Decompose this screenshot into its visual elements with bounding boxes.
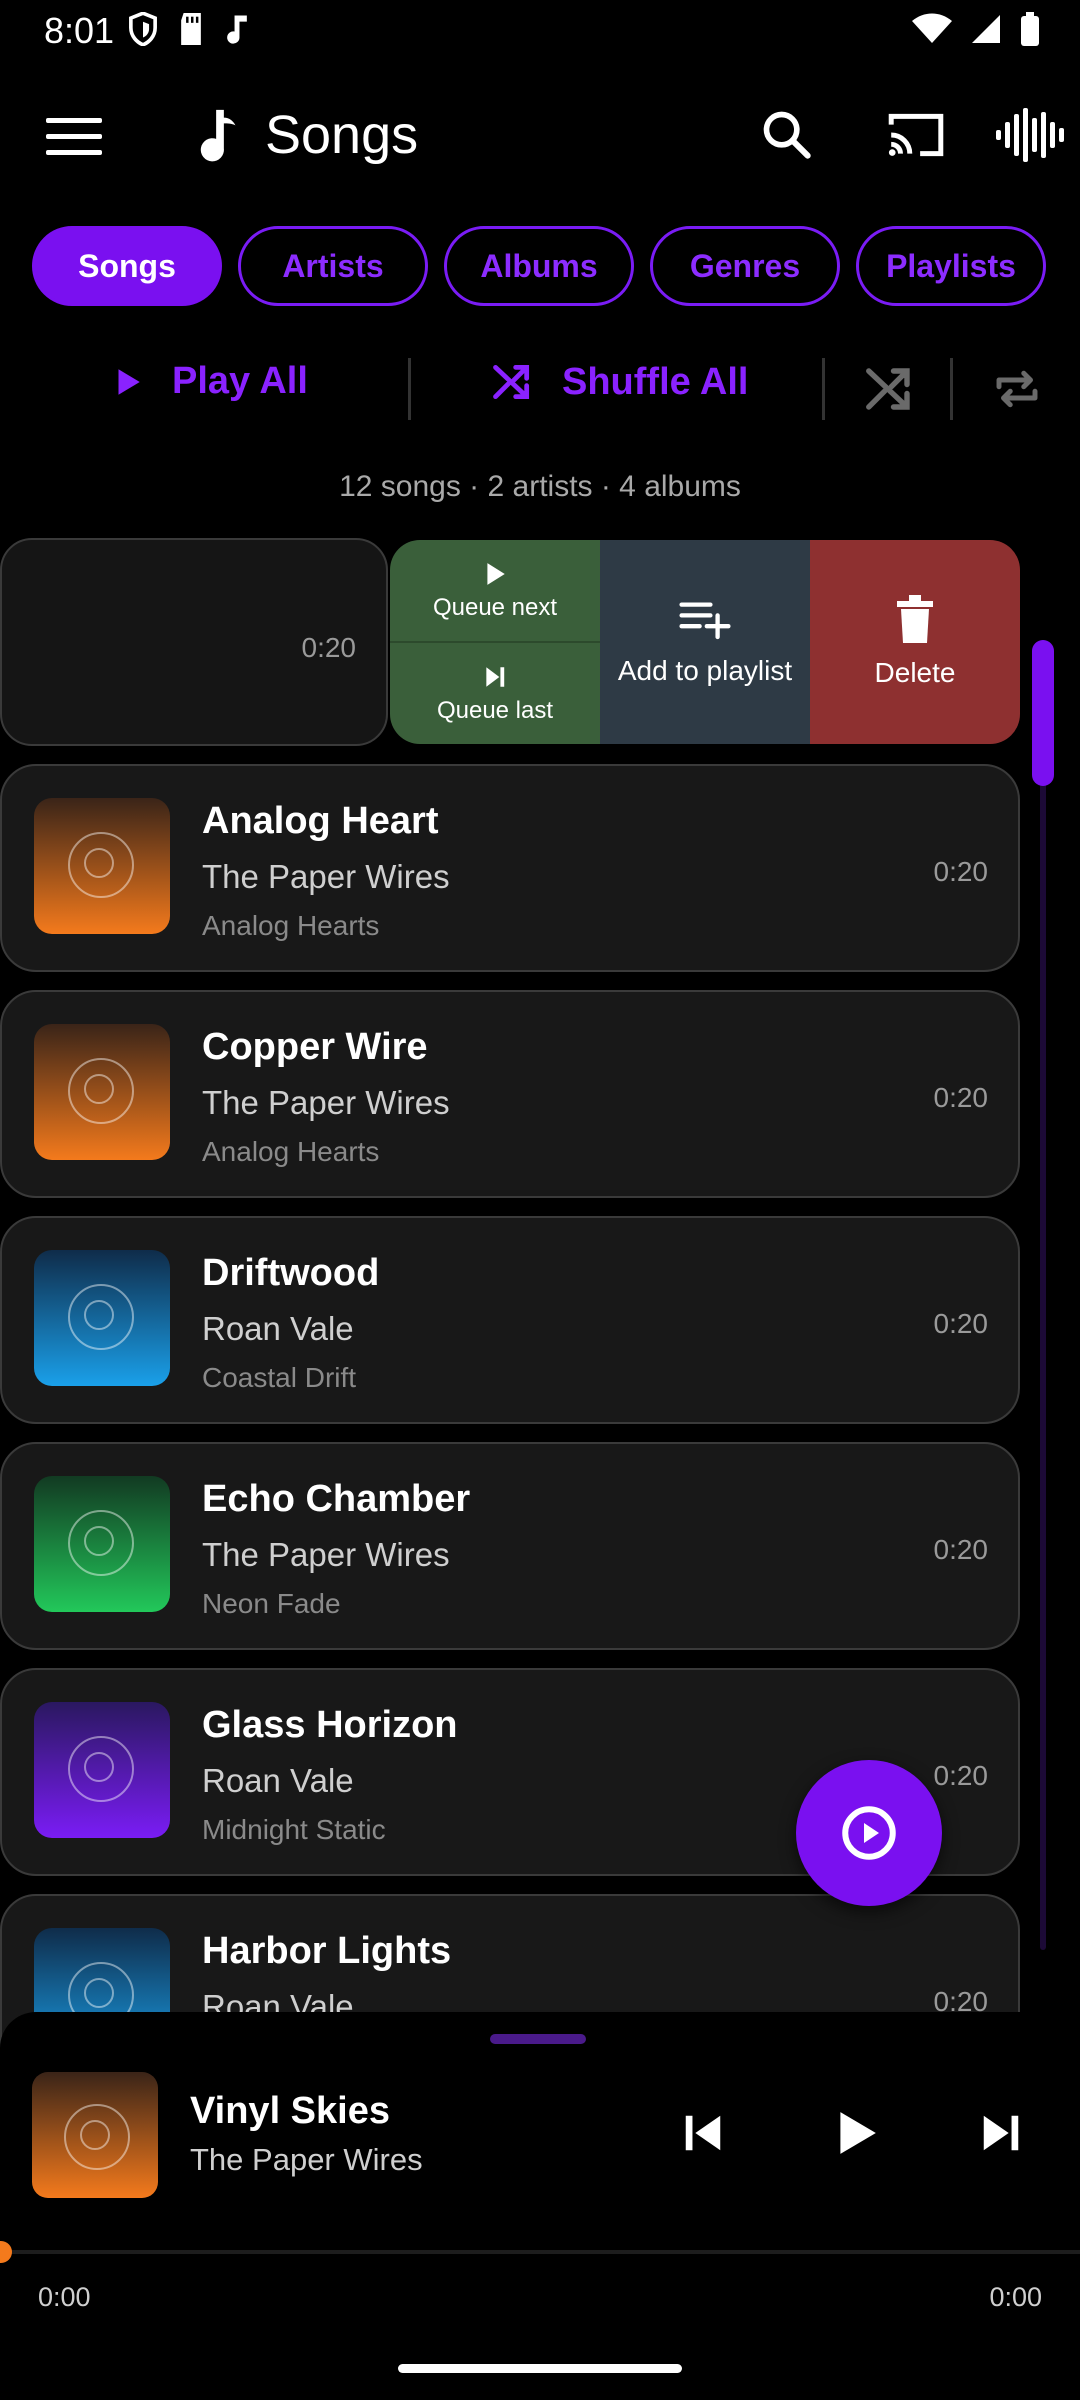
add-to-playlist-button[interactable]: Add to playlist — [600, 540, 810, 744]
song-artist: Roan Vale — [202, 1762, 354, 1799]
album-art — [34, 1024, 170, 1160]
play-circle-icon — [842, 1806, 896, 1860]
play-icon — [118, 368, 140, 395]
song-title: Harbor Lights — [202, 1930, 452, 1972]
now-playing-title: Vinyl Skies — [190, 2090, 390, 2132]
status-left-icons — [128, 12, 250, 46]
song-title: Copper Wire — [202, 1026, 428, 1068]
album-art — [34, 1702, 170, 1838]
scrollbar-track[interactable] — [1040, 640, 1046, 1950]
queue-next-label: Queue next — [432, 593, 558, 621]
song-album: Midnight Static — [202, 1814, 386, 1845]
song-row[interactable]: Echo Chamber The Paper Wires Neon Fade 0… — [0, 1442, 1020, 1650]
song-album: Analog Hearts — [202, 1136, 380, 1167]
music-note-icon — [227, 15, 247, 44]
cell-signal-icon — [972, 15, 1000, 43]
add-to-playlist-label: Add to playlist — [617, 655, 793, 686]
swiped-song-card[interactable]: 0:20 — [0, 538, 388, 746]
song-title: Echo Chamber — [202, 1478, 471, 1520]
album-art — [34, 798, 170, 934]
status-right-icons — [912, 12, 1040, 46]
song-artist: Roan Vale — [202, 1310, 354, 1347]
song-duration: 0:20 — [933, 1534, 989, 1565]
album-art — [34, 1250, 170, 1386]
mini-player[interactable] — [0, 2012, 1080, 2400]
song-title: Glass Horizon — [202, 1704, 458, 1746]
swipe-actions: Queue next Queue last Add to playlist De… — [390, 540, 1020, 744]
menu-button[interactable] — [46, 118, 102, 158]
cast-icon[interactable] — [885, 110, 947, 160]
drag-handle[interactable] — [490, 2034, 586, 2044]
playlist-add-icon — [679, 602, 731, 640]
now-playing-art — [32, 2072, 158, 2198]
menu-icon-line — [46, 118, 102, 123]
tab-genres[interactable]: Genres — [650, 226, 840, 306]
tab-playlists[interactable]: Playlists — [856, 226, 1046, 306]
library-summary: 12 songs · 2 artists · 4 albums — [339, 470, 741, 503]
tab-artists[interactable]: Artists — [238, 226, 428, 306]
song-duration: 0:20 — [933, 1082, 989, 1113]
status-time: 8:01 — [44, 10, 115, 51]
song-duration: 0:20 — [301, 632, 357, 663]
song-album: Coastal Drift — [202, 1362, 357, 1393]
delete-button[interactable]: Delete — [810, 540, 1020, 744]
progress-track[interactable] — [0, 2250, 1080, 2254]
skip-next-icon[interactable] — [978, 2110, 1024, 2156]
trash-icon — [897, 595, 933, 643]
song-duration: 0:20 — [933, 1760, 989, 1791]
page-title: Songs — [265, 105, 419, 165]
total-time: 0:00 — [989, 2282, 1042, 2312]
sd-card-icon — [181, 13, 201, 45]
menu-icon-line — [46, 134, 102, 139]
shuffle-all-label: Shuffle All — [562, 360, 749, 403]
shuffle-toggle-icon[interactable] — [862, 362, 916, 416]
wifi-icon — [912, 13, 952, 43]
song-duration: 0:20 — [933, 856, 989, 887]
play-all-label: Play All — [172, 360, 308, 402]
song-duration: 0:20 — [933, 1308, 989, 1339]
battery-icon — [1021, 12, 1039, 46]
delete-label: Delete — [874, 657, 956, 688]
shield-icon — [129, 12, 157, 46]
menu-icon-line — [46, 150, 102, 155]
queue-next-button[interactable]: Queue next — [390, 540, 600, 641]
play-icon[interactable] — [830, 2108, 880, 2158]
divider — [408, 358, 411, 420]
skip-next-icon — [486, 666, 505, 687]
shuffle-all-button[interactable]: Shuffle All — [490, 360, 748, 404]
song-row[interactable]: Driftwood Roan Vale Coastal Drift 0:20 — [0, 1216, 1020, 1424]
waveform-icon[interactable] — [996, 108, 1066, 162]
song-row[interactable]: Analog Heart The Paper Wires Analog Hear… — [0, 764, 1020, 972]
home-indicator[interactable] — [398, 2364, 682, 2373]
scrollbar-thumb[interactable] — [1032, 640, 1054, 786]
play-icon — [487, 562, 505, 585]
now-playing-fab[interactable] — [796, 1760, 942, 1906]
skip-previous-icon[interactable] — [680, 2110, 726, 2156]
tab-songs[interactable]: Songs — [32, 226, 222, 306]
elapsed-time: 0:00 — [38, 2282, 91, 2312]
divider — [950, 358, 953, 420]
song-title: Driftwood — [202, 1252, 380, 1294]
search-icon[interactable] — [760, 108, 812, 160]
play-all-button[interactable]: Play All — [110, 360, 308, 403]
music-note-icon — [200, 109, 236, 162]
tab-albums[interactable]: Albums — [444, 226, 634, 306]
shuffle-icon — [493, 364, 530, 400]
song-artist: The Paper Wires — [202, 1536, 450, 1573]
song-artist: The Paper Wires — [202, 1084, 450, 1121]
queue-actions: Queue next Queue last — [390, 540, 600, 744]
queue-last-button[interactable]: Queue last — [390, 641, 600, 744]
album-art — [34, 1476, 170, 1612]
now-playing-artist: The Paper Wires — [190, 2142, 423, 2177]
queue-last-label: Queue last — [436, 696, 554, 724]
song-album: Neon Fade — [202, 1588, 341, 1619]
tab-row: Songs Artists Albums Genres Playlists — [32, 226, 1046, 306]
song-title: Analog Heart — [202, 800, 439, 842]
repeat-icon[interactable] — [990, 362, 1044, 416]
song-row[interactable]: Copper Wire The Paper Wires Analog Heart… — [0, 990, 1020, 1198]
divider — [822, 358, 825, 420]
song-album: Analog Hearts — [202, 910, 380, 941]
song-artist: The Paper Wires — [202, 858, 450, 895]
